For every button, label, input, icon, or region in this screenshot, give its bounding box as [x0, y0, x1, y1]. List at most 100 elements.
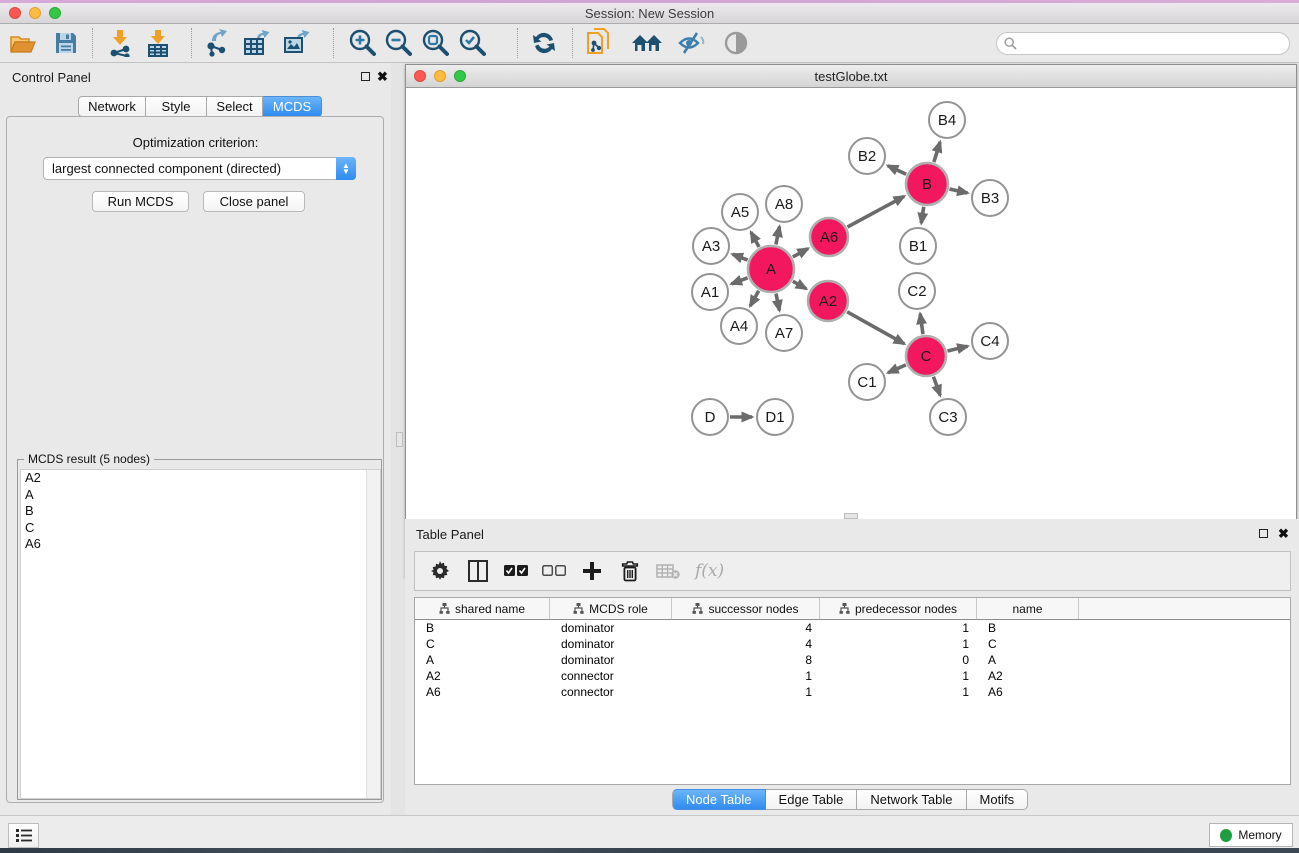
table-cell[interactable]: A2: [977, 668, 1079, 684]
node-B1[interactable]: B1: [900, 228, 936, 264]
edge-A-A3[interactable]: [732, 254, 747, 260]
table-cell[interactable]: A6: [415, 684, 550, 700]
edge-A-A7[interactable]: [776, 293, 779, 310]
zoom-out-button[interactable]: [381, 27, 415, 59]
result-list-item[interactable]: A: [21, 487, 380, 504]
show-panel-button[interactable]: [719, 27, 753, 59]
tab-node-table[interactable]: Node Table: [672, 789, 766, 810]
edge-A2-C[interactable]: [847, 312, 904, 344]
table-cell[interactable]: B: [415, 620, 550, 636]
edge-C-C1[interactable]: [888, 365, 906, 373]
table-settings-button[interactable]: [421, 561, 459, 581]
network-minimize-button[interactable]: [434, 70, 446, 82]
edge-B-B4[interactable]: [934, 142, 940, 162]
edge-A-A1[interactable]: [732, 278, 748, 284]
node-A5[interactable]: A5: [722, 194, 758, 230]
node-A[interactable]: A: [748, 246, 794, 292]
select-all-checkboxes-button[interactable]: [497, 565, 535, 577]
node-A8[interactable]: A8: [766, 186, 802, 222]
node-C1[interactable]: C1: [849, 364, 885, 400]
table-cell[interactable]: 1: [820, 684, 977, 700]
table-cell[interactable]: C: [977, 636, 1079, 652]
task-history-button[interactable]: [8, 823, 39, 848]
column-header-name[interactable]: name: [977, 598, 1079, 619]
node-C4[interactable]: C4: [972, 323, 1008, 359]
node-A7[interactable]: A7: [766, 315, 802, 351]
close-panel-icon[interactable]: ✖: [1278, 529, 1289, 538]
node-B3[interactable]: B3: [972, 180, 1008, 216]
function-builder-button[interactable]: f(x): [695, 561, 724, 581]
mcds-result-list[interactable]: A2ABCA6: [20, 469, 381, 799]
edge-C-C3[interactable]: [933, 377, 940, 396]
zoom-fit-button[interactable]: [418, 27, 452, 59]
zoom-selected-button[interactable]: [455, 27, 489, 59]
home-view-button[interactable]: [630, 27, 664, 59]
node-A4[interactable]: A4: [721, 308, 757, 344]
network-maximize-button[interactable]: [454, 70, 466, 82]
refresh-button[interactable]: [527, 27, 561, 59]
float-panel-icon[interactable]: [361, 72, 370, 81]
tab-mcds[interactable]: MCDS: [263, 96, 322, 117]
export-network-button[interactable]: [200, 27, 234, 59]
table-cell[interactable]: connector: [550, 684, 672, 700]
result-list-item[interactable]: A2: [21, 470, 380, 487]
edge-A-A6[interactable]: [793, 249, 808, 257]
column-header-successor-nodes[interactable]: successor nodes: [672, 598, 820, 619]
clear-checkboxes-button[interactable]: [535, 565, 573, 577]
column-header-predecessor-nodes[interactable]: predecessor nodes: [820, 598, 977, 619]
table-cell[interactable]: 1: [672, 684, 820, 700]
table-cell[interactable]: A2: [415, 668, 550, 684]
node-A2[interactable]: A2: [808, 281, 848, 321]
node-A3[interactable]: A3: [693, 228, 729, 264]
edge-A-A4[interactable]: [750, 291, 759, 306]
node-B4[interactable]: B4: [929, 102, 965, 138]
result-scrollbar[interactable]: [366, 470, 380, 798]
split-panel-button[interactable]: [459, 560, 497, 582]
node-D[interactable]: D: [692, 399, 728, 435]
tab-style[interactable]: Style: [146, 96, 207, 117]
save-session-button[interactable]: [49, 27, 83, 59]
edge-A-A8[interactable]: [776, 227, 780, 245]
table-row[interactable]: Cdominator41C: [415, 636, 1290, 652]
result-list-item[interactable]: A6: [21, 536, 380, 553]
open-file-button[interactable]: [6, 27, 40, 59]
network-window-titlebar[interactable]: testGlobe.txt: [406, 65, 1296, 88]
result-list-item[interactable]: C: [21, 520, 380, 537]
node-C2[interactable]: C2: [899, 273, 935, 309]
network-close-button[interactable]: [414, 70, 426, 82]
table-cell[interactable]: C: [415, 636, 550, 652]
edge-A-A2[interactable]: [793, 281, 806, 289]
table-cell[interactable]: A: [415, 652, 550, 668]
table-cell[interactable]: A: [977, 652, 1079, 668]
clone-network-button[interactable]: [582, 27, 616, 59]
table-cell[interactable]: dominator: [550, 636, 672, 652]
minimize-window-button[interactable]: [29, 7, 41, 19]
export-image-button[interactable]: [280, 27, 314, 59]
export-table-button[interactable]: [240, 27, 274, 59]
table-row[interactable]: A2connector11A2: [415, 668, 1290, 684]
close-panel-button[interactable]: Close panel: [203, 191, 305, 212]
search-input[interactable]: [996, 32, 1290, 55]
table-cell[interactable]: 8: [672, 652, 820, 668]
run-mcds-button[interactable]: Run MCDS: [92, 191, 189, 212]
result-list-item[interactable]: B: [21, 503, 380, 520]
table-cell[interactable]: A6: [977, 684, 1079, 700]
node-C[interactable]: C: [906, 336, 946, 376]
table-cell[interactable]: dominator: [550, 620, 672, 636]
node-A6[interactable]: A6: [810, 218, 848, 256]
table-row[interactable]: A6connector11A6: [415, 684, 1290, 700]
node-D1[interactable]: D1: [757, 399, 793, 435]
edge-A-A5[interactable]: [751, 232, 759, 247]
table-cell[interactable]: 4: [672, 636, 820, 652]
tab-motifs[interactable]: Motifs: [967, 789, 1029, 810]
maximize-window-button[interactable]: [49, 7, 61, 19]
hide-panel-button[interactable]: [674, 27, 708, 59]
import-network-button[interactable]: [103, 27, 137, 59]
delete-table-button[interactable]: [649, 563, 687, 579]
table-cell[interactable]: 0: [820, 652, 977, 668]
edge-B-B1[interactable]: [921, 207, 923, 223]
node-C3[interactable]: C3: [930, 399, 966, 435]
table-cell[interactable]: connector: [550, 668, 672, 684]
close-window-button[interactable]: [9, 7, 21, 19]
optimization-dropdown[interactable]: largest connected component (directed) ▲…: [43, 157, 356, 180]
